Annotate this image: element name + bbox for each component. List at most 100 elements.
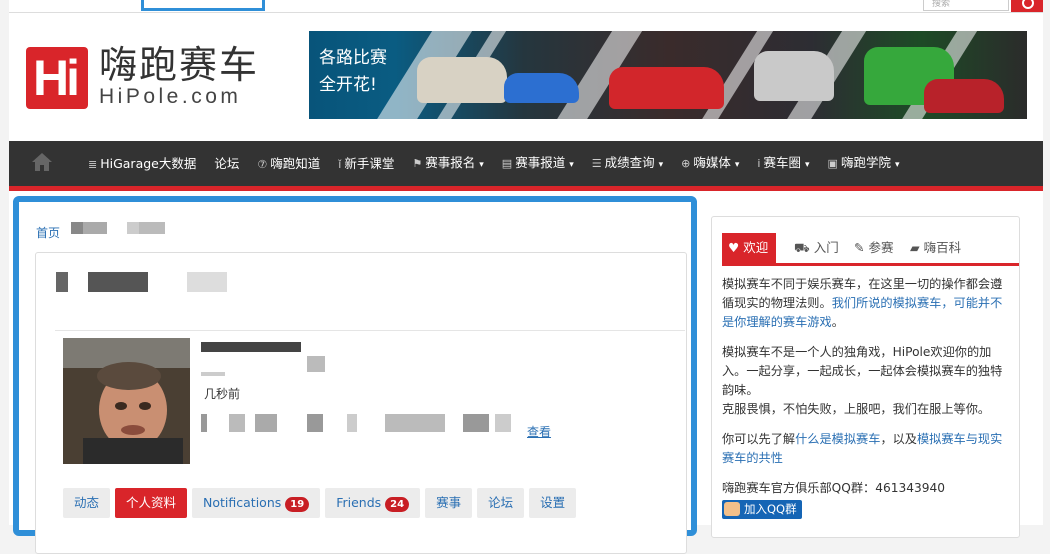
sidebar-paragraph: 你可以先了解什么是模拟赛车，以及模拟赛车与现实赛车的共性 — [722, 430, 1010, 468]
welcome-sidebar: ♥ 欢迎 ⛟ 入门 ✎ 参赛 ▰ 嗨百科 模拟赛车不同于娱乐赛车，在这里一切的操… — [711, 216, 1020, 538]
blurred-username — [88, 272, 148, 292]
sidebar-tab-welcome[interactable]: ♥ 欢迎 — [722, 233, 777, 263]
blurred-stats — [307, 414, 323, 432]
flag-icon: ✎ — [854, 240, 865, 255]
nav-item-label: 赛事报名 — [425, 154, 476, 170]
nav-item-icon: i — [757, 156, 761, 170]
nav-item-2[interactable]: ⑦ 嗨跑知道 — [248, 141, 329, 187]
nav-item-icon: ⑦ — [257, 157, 268, 171]
nav-item-8[interactable]: i 赛车圈 ▾ — [748, 140, 818, 188]
banner-slogan: 各路比赛 全开花! — [319, 45, 387, 99]
last-active-time: 几秒前 — [204, 387, 241, 401]
profile-tab-4[interactable]: 赛事 — [425, 488, 473, 518]
nav-item-icon: ▣ — [827, 156, 838, 170]
search-button[interactable] — [1011, 0, 1043, 12]
profile-tab-5[interactable]: 论坛 — [477, 488, 525, 518]
nav-item-5[interactable]: ▤ 赛事报道 ▾ — [493, 140, 583, 188]
banner-car-image — [754, 51, 834, 101]
sidebar-tabs: ♥ 欢迎 ⛟ 入门 ✎ 参赛 ▰ 嗨百科 — [722, 233, 1019, 266]
blurred-text — [71, 222, 83, 234]
home-icon[interactable] — [31, 151, 53, 173]
breadcrumb-home[interactable]: 首页 — [36, 226, 60, 240]
book-icon: ▰ — [910, 240, 920, 255]
logo-chinese: 嗨跑赛车 — [99, 43, 260, 87]
join-qq-label: 加入QQ群 — [744, 502, 797, 516]
chevron-down-icon: ▾ — [569, 159, 574, 170]
chevron-down-icon: ▾ — [658, 159, 664, 170]
nav-item-icon: ▤ — [501, 156, 513, 170]
top-strip: 搜索 — [9, 0, 1043, 13]
sidebar-text: 你可以先了解 — [722, 432, 796, 446]
sidebar-tab-intro[interactable]: ⛟ 入门 — [794, 233, 839, 263]
sidebar-link[interactable]: 什么是模拟赛车 — [795, 432, 880, 446]
banner-car-image — [504, 73, 579, 103]
sidebar-text: ，以及 — [880, 432, 917, 446]
nav-item-9[interactable]: ▣ 嗨跑学院 ▾ — [819, 140, 909, 188]
profile-tab-label: Notifications — [203, 495, 282, 510]
sidebar-paragraph: 模拟赛车不是一个人的独角戏，HiPole欢迎你的加入。一起分享，一起成长，一起体… — [722, 343, 1010, 400]
nav-item-icon: ☰ — [591, 156, 602, 170]
breadcrumb: 首页 — [36, 224, 60, 241]
banner-slogan-line2: 全开花! — [319, 75, 377, 95]
sidebar-text: 模拟赛车不是一个人的独角戏，HiPole欢迎你的加入。一起分享，一起成长，一起体… — [722, 345, 1003, 397]
nav-item-4[interactable]: ⚑ 赛事报名 ▾ — [403, 140, 492, 188]
nav-item-7[interactable]: ⊕ 嗨媒体 ▾ — [672, 140, 748, 188]
profile-tab-label: 个人资料 — [126, 495, 177, 510]
blurred-username — [187, 272, 227, 292]
logo-english: HiPole.com — [99, 85, 242, 108]
sidebar-tab-label: 欢迎 — [743, 240, 769, 255]
logo-mark[interactable]: Hi — [26, 47, 88, 109]
count-badge: 19 — [285, 497, 310, 512]
blurred-text — [139, 222, 165, 234]
avatar[interactable] — [63, 338, 190, 464]
banner-slogan-line1: 各路比赛 — [319, 48, 387, 68]
blurred-username — [56, 272, 68, 292]
banner-car-image — [924, 79, 1004, 113]
qq-icon — [724, 502, 740, 516]
profile-tab-1[interactable]: 个人资料 — [115, 488, 188, 518]
profile-tab-label: 设置 — [540, 495, 566, 510]
nav-item-6[interactable]: ☰ 成绩查询 ▾ — [583, 140, 672, 188]
sidebar-text: 。 — [831, 315, 844, 329]
header-banner[interactable]: 各路比赛 全开花! — [309, 31, 1027, 119]
blurred-stats — [495, 414, 511, 432]
view-link[interactable]: 查看 — [527, 423, 551, 440]
blurred-profile-name — [201, 342, 301, 352]
sidebar-tab-wiki[interactable]: ▰ 嗨百科 — [910, 233, 961, 263]
profile-tab-3[interactable]: Friends 24 — [325, 488, 421, 518]
nav-item-icon: ǐ — [338, 157, 342, 171]
blurred-profile-name — [201, 372, 225, 376]
banner-car-image — [609, 67, 724, 109]
nav-items: ≣ HiGarage大数据 论坛 ⑦ 嗨跑知道 ǐ 新手课堂 ⚑ 赛事报名 ▾ ▤ 赛事报道 ▾ ☰ 成绩查… — [79, 141, 908, 186]
heart-icon: ♥ — [728, 240, 740, 255]
profile-tab-label: Friends — [336, 495, 382, 510]
sidebar-paragraph: 嗨跑赛车官方俱乐部QQ群：461343940 — [722, 479, 1010, 498]
nav-item-3[interactable]: ǐ 新手课堂 — [329, 141, 403, 187]
nav-item-icon: ≣ — [88, 157, 98, 171]
nav-item-label: 论坛 — [214, 156, 240, 171]
profile-tab-label: 动态 — [74, 495, 100, 510]
profile-tab-0[interactable]: 动态 — [63, 488, 111, 518]
page: 搜索 Hi 嗨跑赛车 HiPole.com 各路比赛 全开花! ≣ HiGarag… — [9, 0, 1043, 554]
sidebar-tab-race[interactable]: ✎ 参赛 — [854, 233, 893, 263]
search-input[interactable]: 搜索 — [923, 0, 1009, 11]
chevron-down-icon: ▾ — [734, 159, 740, 170]
profile-tab-6[interactable]: 设置 — [529, 488, 577, 518]
join-qq-button[interactable]: 加入QQ群 — [722, 500, 802, 519]
blurred-profile-name — [307, 356, 325, 372]
logo-text[interactable]: 嗨跑赛车 HiPole.com — [99, 44, 259, 108]
sidebar-paragraph: 克服畏惧，不怕失败，上服吧，我们在服上等你。 — [722, 400, 1010, 419]
chevron-down-icon: ▾ — [894, 159, 900, 170]
blurred-stats — [385, 414, 445, 432]
nav-item-1[interactable]: 论坛 — [205, 141, 248, 186]
sidebar-text: 克服畏惧，不怕失败，上服吧，我们在服上等你。 — [722, 402, 991, 416]
nav-item-label: 赛车圈 — [763, 154, 801, 170]
nav-item-0[interactable]: ≣ HiGarage大数据 — [79, 141, 205, 187]
count-badge: 24 — [385, 497, 410, 512]
blurred-stats — [347, 414, 357, 432]
top-strip-active-tab[interactable] — [141, 0, 265, 11]
nav-item-label: 嗨媒体 — [693, 154, 731, 170]
nav-item-label: 赛事报道 — [515, 154, 566, 170]
profile-tab-2[interactable]: Notifications 19 — [192, 488, 321, 518]
blurred-stats — [201, 414, 207, 432]
